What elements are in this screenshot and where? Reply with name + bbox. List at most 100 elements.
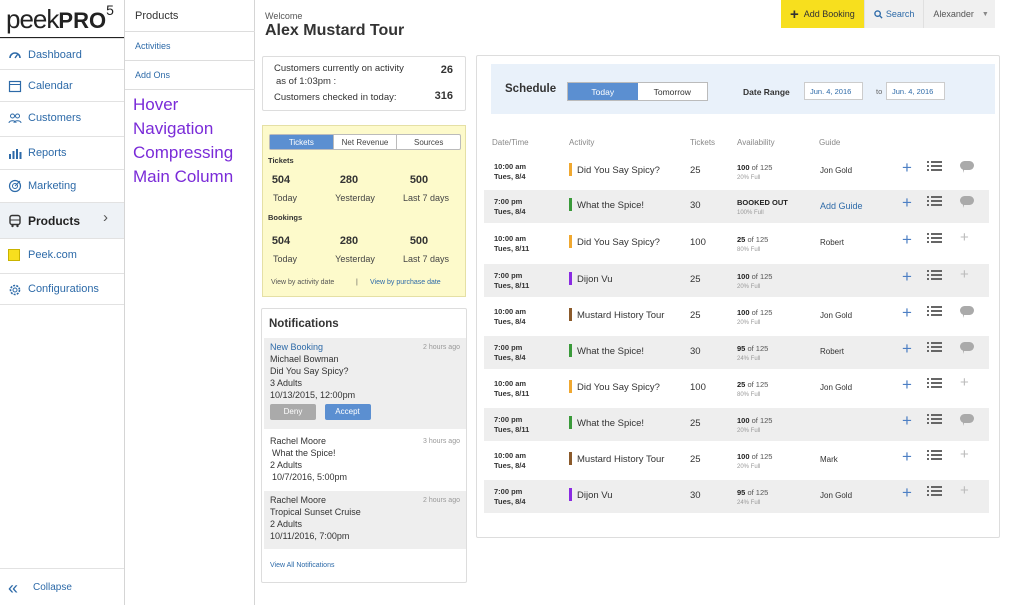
row-tickets: 25 [690,165,701,176]
add-message-icon[interactable]: + [960,229,969,246]
collapse-button[interactable]: « Collapse [0,568,124,605]
date-range-label: Date Range [743,87,790,97]
caret-down-icon: ▼ [981,10,989,18]
subnav-item-add-ons[interactable]: Add Ons [125,61,255,90]
add-booking-icon[interactable]: + [902,339,912,359]
row-guide: Mark [820,455,838,464]
row-activity[interactable]: What the Spice! [577,346,644,357]
tab-net-revenue[interactable]: Net Revenue [332,135,397,149]
row-activity[interactable]: Dijon Vu [577,274,613,285]
message-bubble-icon[interactable] [960,342,974,354]
schedule-row[interactable]: 10:00 am Tues, 8/11 Did You Say Spicy? 100 2… [484,372,989,405]
today-button[interactable]: Today [568,83,638,100]
availability-capacity: of 125 [747,380,769,389]
add-guide-link[interactable]: Add Guide [820,201,863,211]
on-activity-value: 26 [440,64,453,76]
schedule-row[interactable]: 10:00 am Tues, 8/4 Mustard History Tour 25 1… [484,300,989,333]
tab-tickets[interactable]: Tickets [270,135,333,149]
nav-item-peek-com[interactable]: Peek.com [0,238,124,270]
nav-item-calendar[interactable]: Calendar [0,69,124,101]
row-activity[interactable]: Did You Say Spicy? [577,382,660,393]
add-booking-icon[interactable]: + [902,447,912,467]
schedule-row[interactable]: 10:00 am Tues, 8/11 Did You Say Spicy? 100 2… [484,227,989,260]
tickets-yesterday-value: 280 [339,174,359,186]
manifest-list-icon[interactable] [927,486,943,498]
view-by-activity-link[interactable]: View by activity date [271,279,334,286]
nav-item-reports[interactable]: Reports [0,136,124,168]
manifest-list-icon[interactable] [927,270,943,282]
add-booking-icon[interactable]: + [902,230,912,250]
row-availability: 100 of 125 20% Full [737,308,772,328]
manifest-list-icon[interactable] [927,450,943,462]
summary-card: Tickets Net Revenue Sources Tickets 504 … [262,125,466,297]
notification-activity: Tropical Sunset Cruise [270,507,361,517]
add-booking-button[interactable]: + Add Booking [781,0,864,28]
row-availability: 100 of 125 20% Full [737,452,772,472]
manifest-list-icon[interactable] [927,378,943,390]
manifest-list-icon[interactable] [927,196,943,208]
add-message-icon[interactable]: + [960,446,969,463]
message-bubble-icon[interactable] [960,414,974,426]
nav-label: Configurations [28,283,99,295]
add-booking-icon[interactable]: + [902,483,912,503]
manifest-list-icon[interactable] [927,161,943,173]
manifest-list-icon[interactable] [927,342,943,354]
row-activity[interactable]: What the Spice! [577,418,644,429]
schedule-row[interactable]: 7:00 pm Tues, 8/11 Dijon Vu 25 100 of 125 20%… [484,264,989,297]
schedule-row[interactable]: 7:00 pm Tues, 8/4 What the Spice! 30 BOOKED … [484,190,989,223]
row-activity[interactable]: Dijon Vu [577,490,613,501]
manifest-list-icon[interactable] [927,233,943,245]
row-date: Tues, 8/4 [494,353,526,362]
column-header-activity: Activity [569,138,595,147]
schedule-row[interactable]: 7:00 pm Tues, 8/4 Dijon Vu 30 95 of 125 24% F… [484,480,989,513]
manifest-list-icon[interactable] [927,306,943,318]
add-booking-icon[interactable]: + [902,158,912,178]
accept-button[interactable]: Accept [324,404,371,420]
availability-count: 25 [737,235,746,244]
customers-icon [8,113,22,124]
add-booking-icon[interactable]: + [902,303,912,323]
availability-percent: 100% Full [737,210,764,216]
row-activity[interactable]: What the Spice! [577,200,644,211]
add-message-icon[interactable]: + [960,374,969,391]
search-button[interactable]: Search [863,0,924,28]
notification-item[interactable]: 3 hours ago Rachel Moore What the Spice!… [264,432,466,487]
tomorrow-button[interactable]: Tomorrow [638,83,708,100]
row-activity[interactable]: Did You Say Spicy? [577,237,660,248]
view-by-purchase-link[interactable]: View by purchase date [370,279,441,286]
message-bubble-icon[interactable] [960,161,974,173]
notification-item[interactable]: New Booking 2 hours ago Michael Bowman D… [264,338,466,429]
peek-pro-logo[interactable]: peekPRO5 [6,2,114,35]
nav-item-marketing[interactable]: Marketing [0,169,124,201]
schedule-row[interactable]: 10:00 am Tues, 8/4 Did You Say Spicy? 25 100… [484,155,989,188]
view-all-notifications-link[interactable]: View All Notifications [270,562,334,569]
manifest-list-icon[interactable] [927,414,943,426]
row-datetime: 7:00 pm Tues, 8/4 [494,343,526,363]
schedule-row[interactable]: 7:00 pm Tues, 8/4 What the Spice! 30 95 of 1… [484,336,989,369]
schedule-row[interactable]: 7:00 pm Tues, 8/11 What the Spice! 25 100 of… [484,408,989,441]
row-activity[interactable]: Did You Say Spicy? [577,165,660,176]
add-booking-icon[interactable]: + [902,267,912,287]
row-activity[interactable]: Mustard History Tour [577,310,664,321]
message-bubble-icon[interactable] [960,196,974,208]
subnav-item-activities[interactable]: Activities [125,32,255,61]
row-activity[interactable]: Mustard History Tour [577,454,664,465]
nav-item-dashboard[interactable]: Dashboard [0,38,124,70]
tab-sources[interactable]: Sources [396,135,460,149]
add-message-icon[interactable]: + [960,266,969,283]
nav-item-configurations[interactable]: Configurations [0,273,124,305]
date-to-input[interactable]: Jun. 4, 2016 [886,82,945,100]
row-tickets: 25 [690,310,701,321]
add-booking-icon[interactable]: + [902,193,912,213]
add-booking-icon[interactable]: + [902,375,912,395]
add-message-icon[interactable]: + [960,482,969,499]
message-bubble-icon[interactable] [960,306,974,318]
user-menu[interactable]: Alexander ▼ [923,0,996,28]
notification-item[interactable]: 2 hours ago Rachel Moore Tropical Sunset… [264,491,466,549]
deny-button[interactable]: Deny [270,404,316,420]
add-booking-icon[interactable]: + [902,411,912,431]
date-from-input[interactable]: Jun. 4, 2016 [804,82,863,100]
nav-item-products[interactable]: Products › [0,202,124,238]
schedule-row[interactable]: 10:00 am Tues, 8/4 Mustard History Tour 25 1… [484,444,989,477]
nav-item-customers[interactable]: Customers [0,101,124,133]
